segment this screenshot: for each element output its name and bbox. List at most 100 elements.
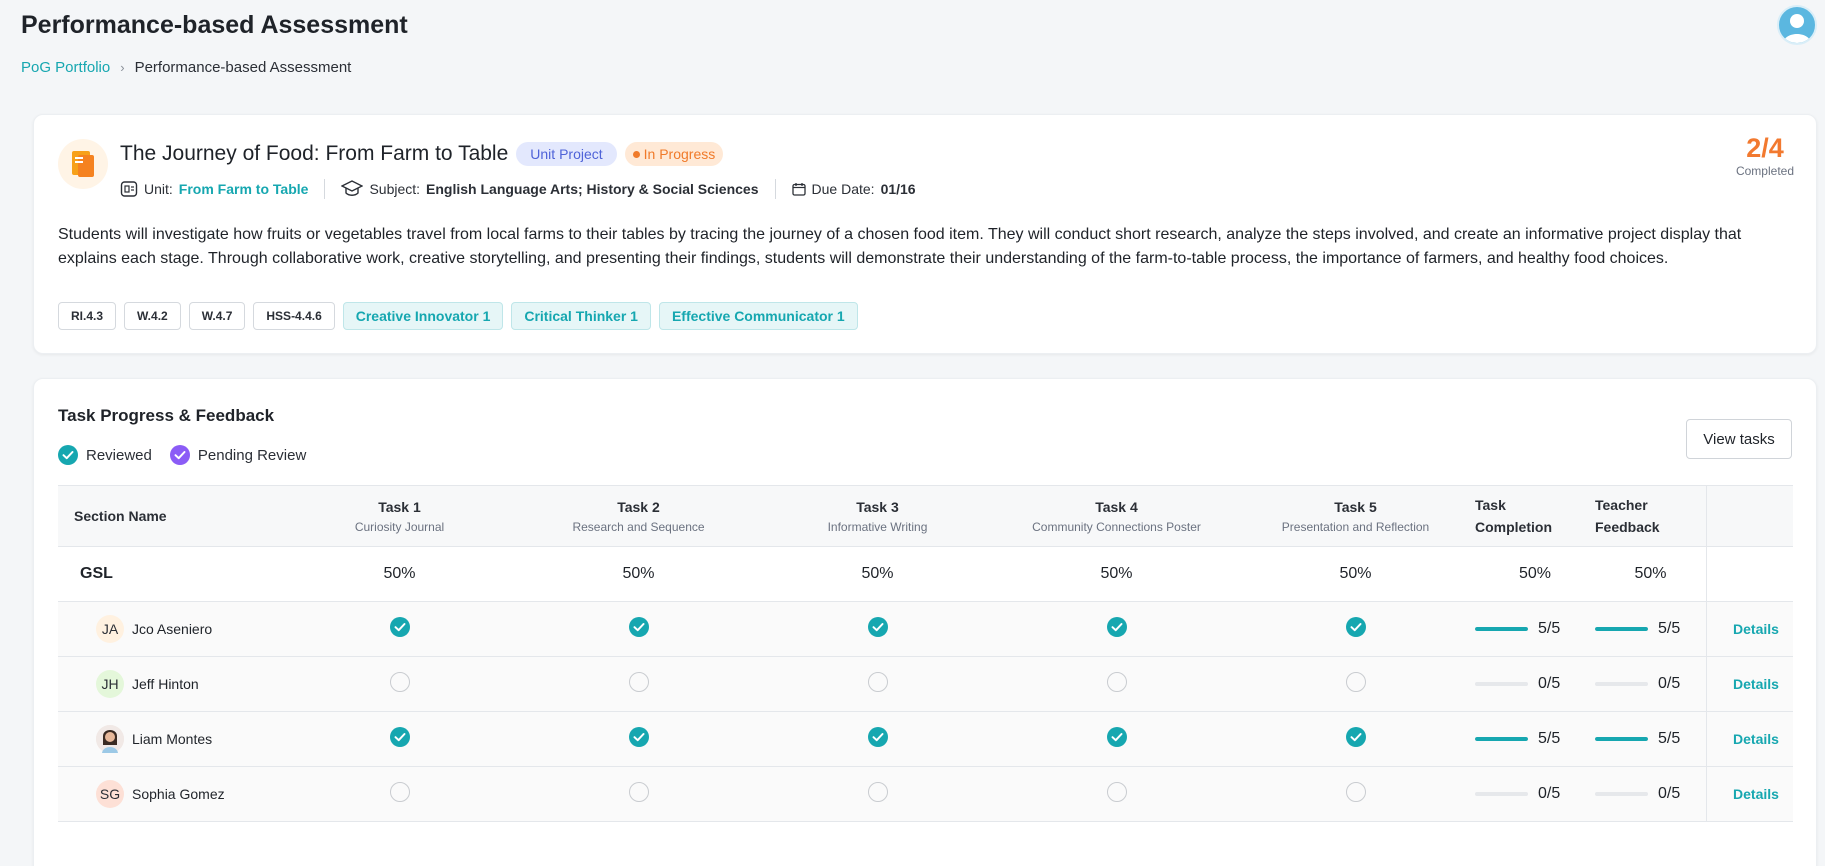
reviewed-check-icon [867, 616, 888, 637]
details-link[interactable]: Details [1706, 767, 1805, 821]
task-status-cell[interactable] [280, 726, 519, 752]
gsl-task-2: 50% [622, 565, 655, 582]
reviewed-check-icon [628, 726, 649, 747]
project-description: Students will investigate how fruits or … [58, 226, 1742, 267]
subject-meta: Subject: English Language Arts; History … [341, 180, 759, 198]
not-started-circle-icon [1106, 671, 1127, 692]
task-status-cell[interactable] [519, 616, 758, 642]
task-status-cell[interactable] [997, 616, 1236, 642]
reviewed-check-icon [1345, 616, 1366, 637]
teacher-feedback-line1: Teacher [1595, 497, 1648, 513]
unit-link[interactable]: From Farm to Table [179, 181, 309, 197]
reviewed-check-icon [1106, 616, 1127, 637]
task-5-name: Task 5 [1334, 498, 1377, 515]
due-date-meta: Due Date: 01/16 [791, 181, 916, 197]
task-status-cell[interactable] [519, 671, 758, 697]
student-name-cell: JH Jeff Hinton [58, 670, 280, 698]
not-started-circle-icon [628, 671, 649, 692]
task-4-subtitle: Community Connections Poster [1032, 519, 1201, 534]
not-started-circle-icon [1345, 671, 1366, 692]
column-header-task-1: Task 1 Curiosity Journal [280, 499, 519, 534]
legend: Reviewed Pending Review [58, 445, 306, 465]
student-name: Jco Aseniero [132, 621, 213, 637]
unit-meta: Unit: From Farm to Table [120, 180, 308, 198]
task-completion-value: 0/5 [1538, 675, 1561, 692]
student-name: Liam Montes [132, 731, 213, 747]
task-status-cell[interactable] [280, 781, 519, 807]
task-completion-line1: Task [1475, 497, 1506, 513]
column-header-task-2: Task 2 Research and Sequence [519, 499, 758, 534]
standard-tag: W.4.2 [124, 302, 181, 330]
task-status-cell[interactable] [280, 616, 519, 642]
task-completion-progress: 5/5 [1475, 730, 1595, 748]
table-row: SG Sophia Gomez 0/5 0/5 Details [58, 767, 1793, 822]
task-status-cell[interactable] [1236, 616, 1475, 642]
student-avatar: JA [96, 615, 124, 643]
task-completion-progress: 0/5 [1475, 785, 1595, 803]
teacher-feedback-value: 0/5 [1658, 675, 1681, 692]
pog-tag: Creative Innovator 1 [342, 302, 504, 330]
task-status-cell[interactable] [758, 616, 997, 642]
student-name: Jeff Hinton [132, 676, 199, 692]
teacher-feedback-value: 5/5 [1658, 620, 1681, 637]
gsl-task-3: 50% [861, 565, 894, 582]
pending-check-icon [169, 445, 190, 465]
task-status-cell[interactable] [1236, 671, 1475, 697]
task-status-cell[interactable] [997, 781, 1236, 807]
view-tasks-button[interactable]: View tasks [1686, 419, 1792, 459]
gsl-name: GSL [80, 565, 113, 582]
student-name-cell: SG Sophia Gomez [58, 780, 280, 808]
student-name-cell: JA Jco Aseniero [58, 615, 280, 643]
meta-divider [774, 179, 776, 199]
unit-icon [120, 181, 138, 197]
task-completion-progress: 0/5 [1475, 675, 1595, 693]
teacher-feedback-value: 5/5 [1658, 730, 1681, 747]
task-status-cell[interactable] [519, 781, 758, 807]
user-avatar-icon[interactable] [1777, 5, 1817, 45]
task-1-name: Task 1 [378, 498, 421, 515]
task-1-subtitle: Curiosity Journal [354, 519, 445, 534]
breadcrumb-link-pog-portfolio[interactable]: PoG Portfolio [21, 59, 110, 76]
task-status-cell[interactable] [997, 671, 1236, 697]
teacher-feedback-line2: Feedback [1595, 519, 1660, 535]
task-3-name: Task 3 [856, 498, 899, 515]
reviewed-check-icon [58, 445, 78, 465]
gsl-details-empty [1706, 547, 1805, 601]
reviewed-check-icon [1106, 726, 1127, 747]
standard-tag: W.4.7 [188, 302, 246, 330]
task-status-cell[interactable] [758, 726, 997, 752]
project-meta: Unit: From Farm to Table Subject: Englis… [120, 179, 916, 199]
task-status-cell[interactable] [280, 671, 519, 697]
task-3-subtitle: Informative Writing [827, 519, 928, 534]
status-badge: In Progress [624, 142, 724, 166]
legend-reviewed: Reviewed [58, 445, 152, 465]
column-header-details [1706, 486, 1805, 546]
task-status-cell[interactable] [758, 671, 997, 697]
calendar-icon [791, 183, 806, 196]
pog-tag: Effective Communicator 1 [658, 302, 858, 330]
task-status-cell[interactable] [1236, 781, 1475, 807]
student-name-cell: Liam Montes [58, 725, 280, 753]
table-row: JA Jco Aseniero 5/5 5/5 Details [58, 602, 1793, 657]
completed-count: 2/4 [1746, 133, 1784, 163]
task-status-cell[interactable] [758, 781, 997, 807]
task-completion-value: 5/5 [1538, 620, 1561, 637]
not-started-circle-icon [389, 671, 410, 692]
task-status-cell[interactable] [1236, 726, 1475, 752]
reviewed-check-icon [628, 616, 649, 637]
task-progress-table: Section Name Task 1 Curiosity Journal Tas… [58, 485, 1793, 822]
not-started-circle-icon [867, 781, 888, 802]
task-status-cell[interactable] [519, 726, 758, 752]
gsl-task-completion: 50% [1518, 565, 1552, 582]
completed-label: Completed [1735, 164, 1794, 178]
reviewed-check-icon [1345, 726, 1366, 747]
student-avatar: JH [96, 670, 124, 698]
column-header-section-name: Section Name [74, 508, 167, 524]
meta-divider [324, 179, 326, 199]
details-link[interactable]: Details [1706, 602, 1805, 656]
details-link[interactable]: Details [1706, 712, 1805, 766]
details-link[interactable]: Details [1706, 657, 1805, 711]
reviewed-check-icon [867, 726, 888, 747]
task-status-cell[interactable] [997, 726, 1236, 752]
unit-label: Unit: [144, 181, 173, 197]
